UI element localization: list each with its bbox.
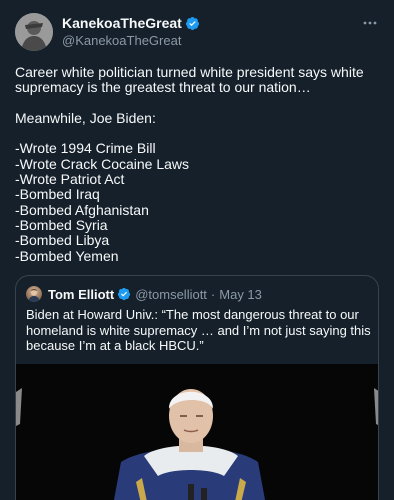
author-name-row: KanekoaTheGreat [62,15,200,31]
quoted-tweet-text: Biden at Howard Univ.: “The most dangero… [26,307,371,353]
quoted-media-image[interactable] [16,364,378,500]
author-avatar[interactable] [15,13,53,51]
tweet-list-item: -Wrote Patriot Act [15,171,125,188]
quoted-avatar-image-icon [28,289,40,302]
speaker-photo-icon [16,364,378,500]
more-options-icon [363,21,377,25]
tweet-list-item: -Bombed Libya [15,232,110,249]
quoted-author-handle: @tomselliott [135,286,207,302]
avatar-image-icon [15,13,53,51]
author-handle[interactable]: @KanekoaTheGreat [62,33,181,48]
quoted-author-avatar [26,286,42,302]
tweet-list-item: -Bombed Syria [15,216,108,233]
tweet: KanekoaTheGreat @KanekoaTheGreat Career … [0,0,394,500]
tweet-list-item: -Wrote 1994 Crime Bill [15,140,156,157]
separator-dot: · [210,286,216,302]
tweet-paragraph: Meanwhile, Joe Biden: [15,109,156,126]
quoted-author-name: Tom Elliott [48,286,115,302]
more-options-button[interactable] [360,14,380,32]
author-display-name[interactable]: KanekoaTheGreat [62,15,182,31]
quoted-tweet-card[interactable]: Tom Elliott @tomselliott · May 13 Biden … [15,275,379,500]
quoted-tweet-header: Tom Elliott @tomselliott · May 13 [26,286,262,302]
tweet-list-item: -Bombed Afghanistan [15,201,149,218]
tweet-list-item: -Bombed Iraq [15,186,100,203]
tweet-paragraph: Career white politician turned white pre… [15,64,364,96]
verified-badge-icon [118,287,131,301]
tweet-text: Career white politician turned white pre… [15,64,380,264]
tweet-list-item: -Wrote Crack Cocaine Laws [15,155,190,172]
tweet-list-item: -Bombed Yemen [15,247,119,264]
quoted-date: May 13 [219,286,262,302]
verified-badge-icon [185,16,199,30]
